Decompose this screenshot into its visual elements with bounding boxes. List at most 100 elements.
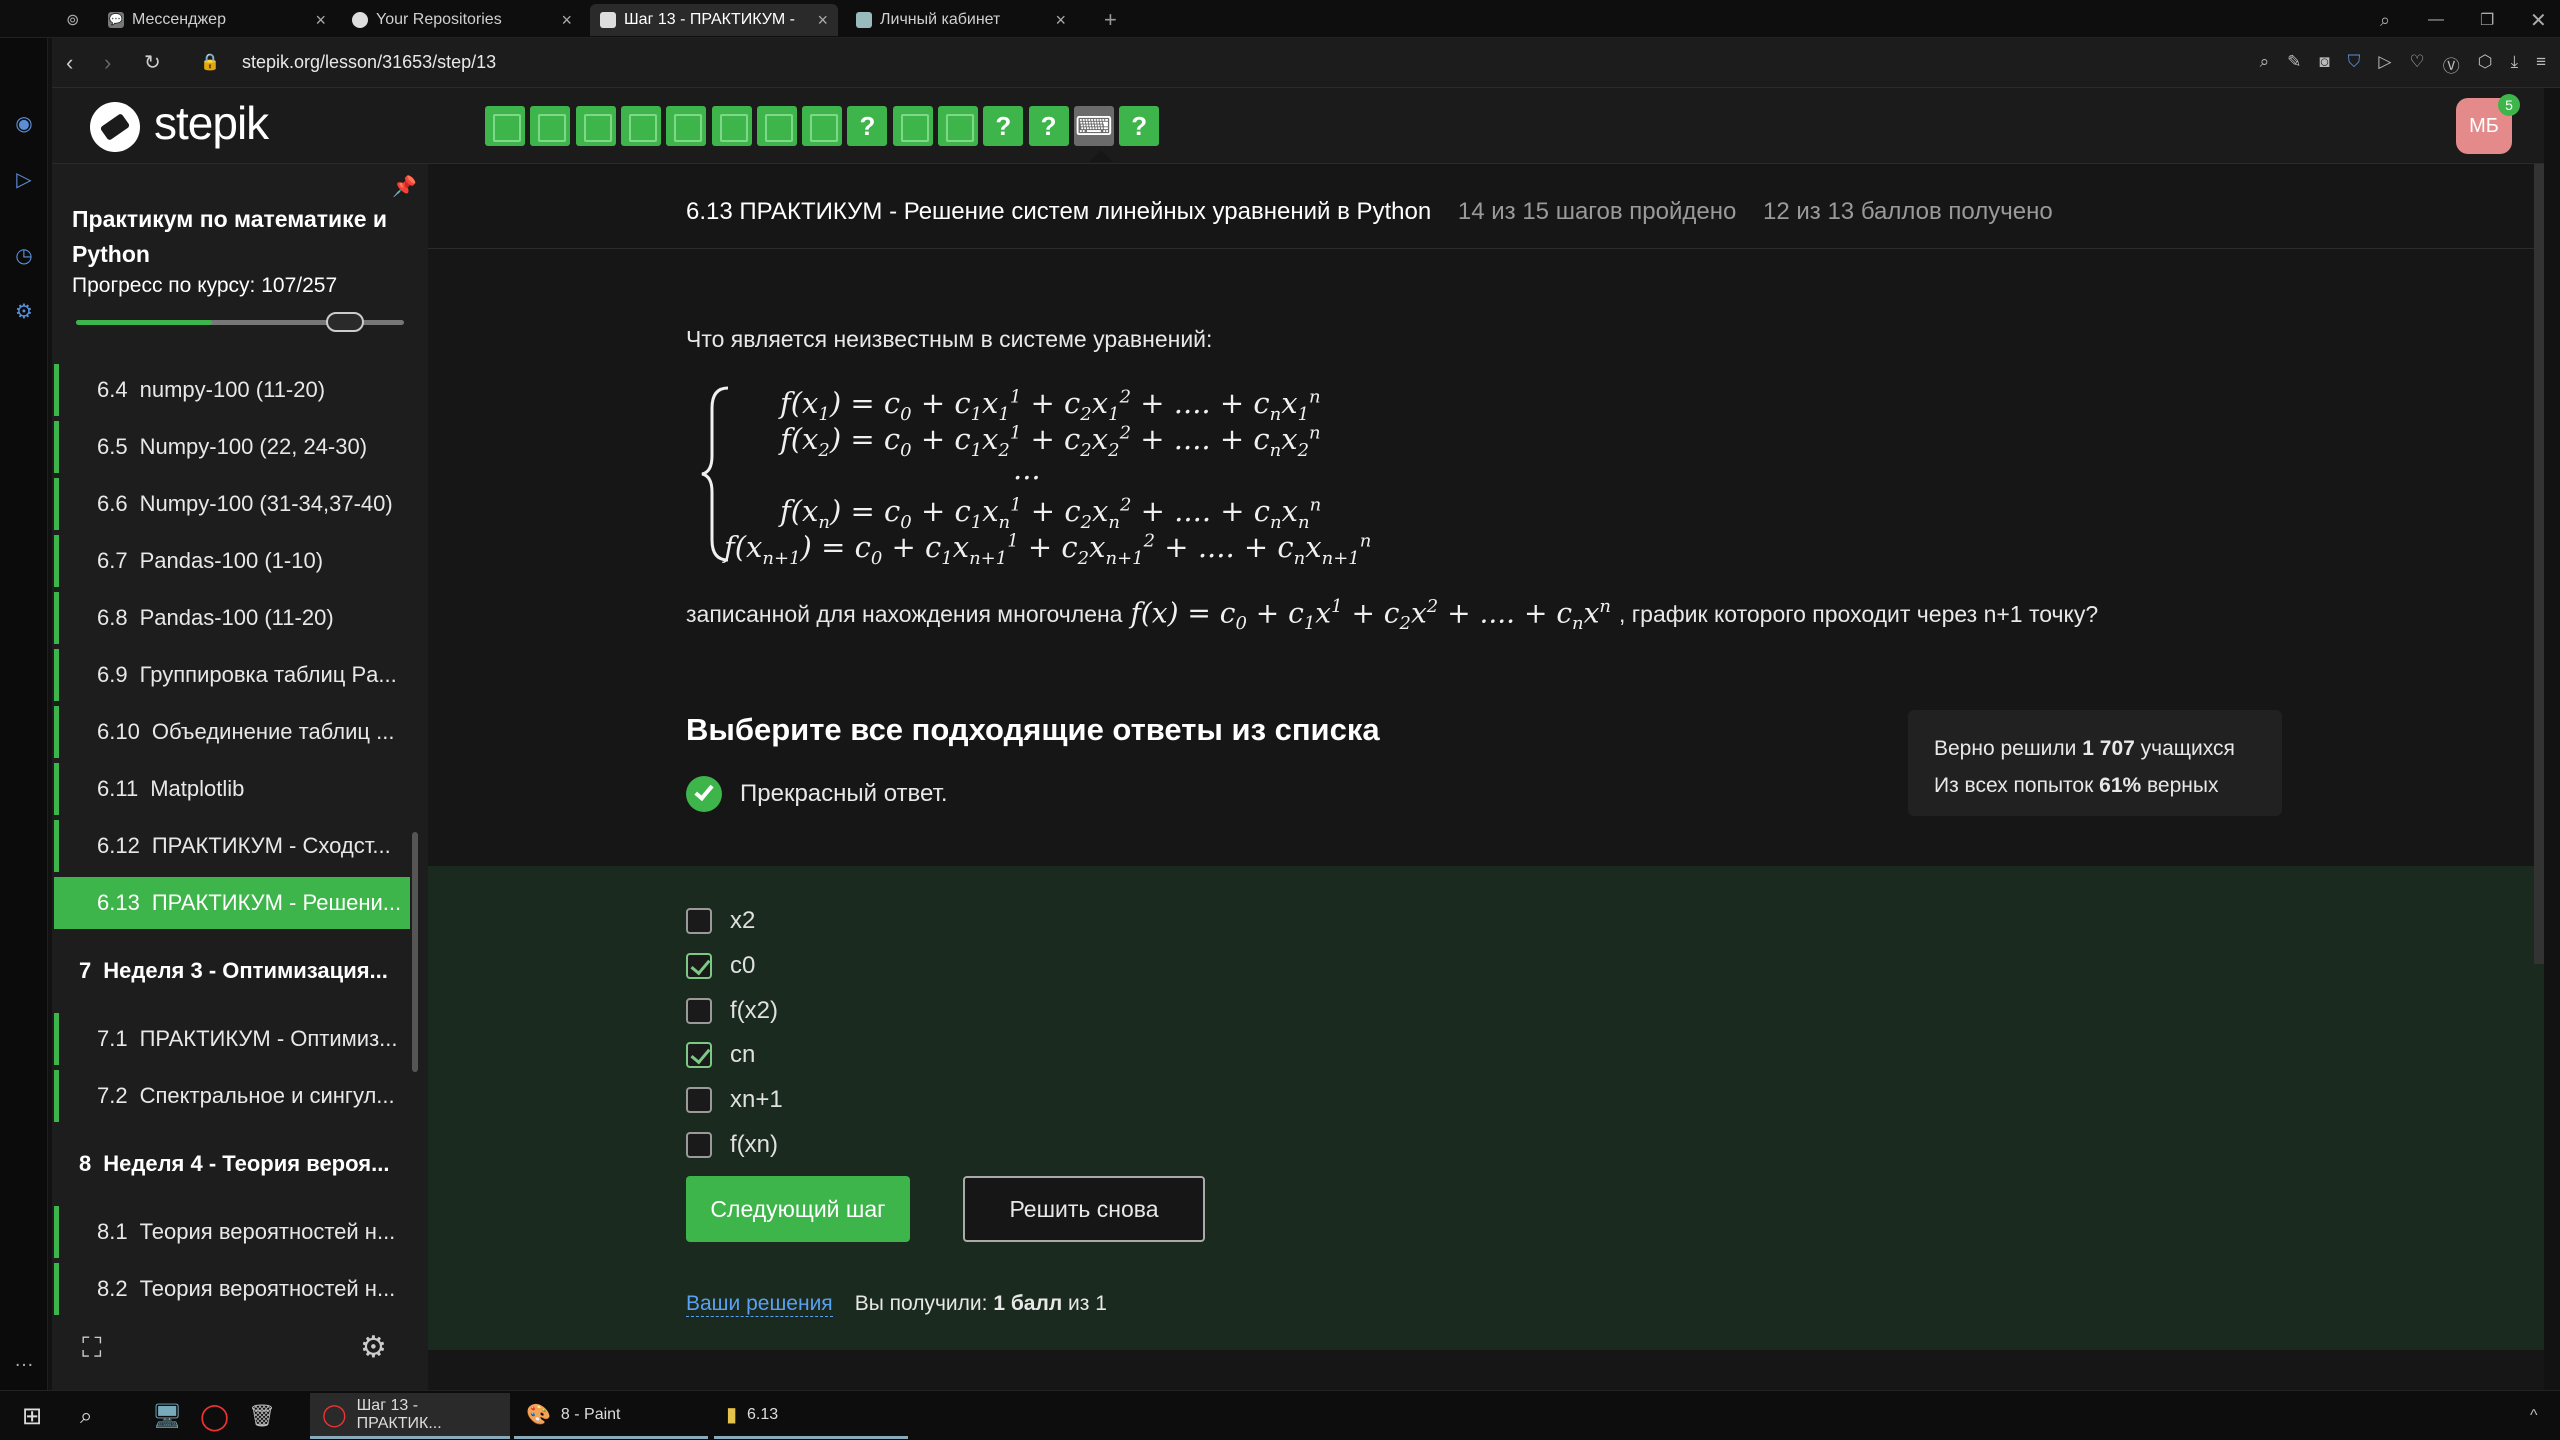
- close-window-icon[interactable]: ✕: [2520, 4, 2557, 36]
- download-icon[interactable]: ⤓: [2511, 52, 2519, 77]
- forward-icon[interactable]: ›: [104, 50, 111, 76]
- answer-option[interactable]: xn+1: [686, 1086, 783, 1114]
- step-10-done[interactable]: [892, 106, 933, 146]
- step-14-code[interactable]: ⌨: [1073, 106, 1114, 146]
- sidebar-lesson-item[interactable]: 7.1 ПРАКТИКУМ - Оптимиз...: [54, 1013, 410, 1065]
- recycle-bin-icon[interactable]: 🗑: [236, 1393, 288, 1439]
- answer-option[interactable]: f(xn): [686, 1131, 778, 1159]
- explorer-icon[interactable]: 🖥: [140, 1393, 194, 1439]
- step-7-done[interactable]: [756, 106, 797, 146]
- sidebar-lesson-item[interactable]: 6.7 Pandas-100 (1-10): [54, 535, 410, 587]
- step-11-done[interactable]: [938, 106, 978, 146]
- step-8-done[interactable]: [802, 106, 843, 146]
- shield-icon[interactable]: ⛉: [2348, 52, 2361, 77]
- tab-repositories[interactable]: Your Repositories ×: [342, 4, 582, 36]
- taskbar-item-paint[interactable]: 🎨 8 - Paint: [514, 1393, 708, 1439]
- section-number: 7: [79, 958, 92, 983]
- zoom-icon[interactable]: ⌕: [2260, 52, 2270, 77]
- tab-stepik[interactable]: Шаг 13 - ПРАКТИКУМ - Ре ×: [590, 4, 838, 36]
- sidebar-lesson-item[interactable]: 8.2 Теория вероятностей н...: [54, 1263, 410, 1315]
- tray-chevron-icon[interactable]: ^: [2518, 1393, 2550, 1439]
- answer-option[interactable]: f(x2): [686, 997, 778, 1025]
- play-icon[interactable]: ▷: [2378, 52, 2391, 77]
- page-scrollbar[interactable]: [2534, 164, 2544, 964]
- fullscreen-icon[interactable]: ⛶: [82, 1332, 102, 1365]
- step-4-done[interactable]: [620, 106, 661, 146]
- tab-label: Личный кабинет: [880, 11, 1001, 28]
- close-icon[interactable]: ×: [561, 10, 572, 31]
- more-icon[interactable]: …: [12, 1348, 36, 1372]
- send-icon[interactable]: ▷: [12, 168, 36, 192]
- lesson-header: stepik ??? ⌨? МБ 5: [52, 88, 2544, 164]
- camera-icon[interactable]: ◙: [2319, 52, 2329, 77]
- sidebar-scrollbar[interactable]: [412, 832, 418, 1072]
- settings-icon[interactable]: ⚙: [12, 300, 36, 324]
- restore-icon[interactable]: ❐: [2470, 4, 2504, 36]
- close-icon[interactable]: ×: [315, 10, 326, 31]
- sidebar-lesson-item[interactable]: 6.5 Numpy-100 (22, 24-30): [54, 421, 410, 473]
- pin-icon[interactable]: 📌: [392, 174, 417, 199]
- answer-option[interactable]: cn: [686, 1041, 755, 1069]
- tab-cabinet[interactable]: Личный кабинет ×: [846, 4, 1076, 36]
- stepik-logo-icon[interactable]: [90, 102, 140, 152]
- checkbox-checked[interactable]: [686, 1042, 712, 1069]
- taskbar-item-folder[interactable]: ▮ 6.13: [714, 1393, 908, 1439]
- checkbox[interactable]: [686, 1132, 712, 1158]
- lesson-label: Pandas-100 (11-20): [139, 605, 334, 630]
- next-step-button[interactable]: Следующий шаг: [686, 1176, 910, 1242]
- history-icon[interactable]: ◷: [12, 244, 36, 268]
- edit-icon[interactable]: ✎: [2287, 52, 2301, 77]
- gear-icon[interactable]: ⚙: [360, 1330, 387, 1365]
- windows-start-icon[interactable]: ⊞: [10, 1393, 54, 1439]
- answer-option[interactable]: c0: [686, 952, 755, 980]
- tab-messenger[interactable]: 💬 Мессенджер ×: [98, 4, 336, 36]
- solutions-link[interactable]: Ваши решения: [686, 1292, 833, 1317]
- player-icon[interactable]: ◉: [12, 112, 36, 136]
- heart-icon[interactable]: ♡: [2409, 52, 2424, 77]
- retry-button[interactable]: Решить снова: [963, 1176, 1205, 1242]
- step-13-quiz[interactable]: ?: [1028, 106, 1069, 146]
- sidebar-section[interactable]: 7 Неделя 3 - Оптимизация...: [54, 945, 410, 997]
- step-1-done[interactable]: [485, 106, 525, 146]
- sidebar-lesson-item[interactable]: 6.10 Объединение таблиц ...: [54, 706, 410, 758]
- sidebar-lesson-item[interactable]: 6.9 Группировка таблиц Pa...: [54, 649, 410, 701]
- sidebar-lesson-item[interactable]: 6.13 ПРАКТИКУМ - Решени...: [54, 877, 410, 929]
- taskbar-item-browser[interactable]: ◯ Шаг 13 - ПРАКТИК...: [310, 1393, 510, 1439]
- url-field[interactable]: stepik.org/lesson/31653/step/13: [242, 52, 496, 73]
- sidebar-section[interactable]: 8 Неделя 4 - Теория вероя...: [54, 1138, 410, 1190]
- sidebar-lesson-item[interactable]: 8.1 Теория вероятностей н...: [54, 1206, 410, 1258]
- opera-icon[interactable]: ◯: [188, 1393, 241, 1439]
- step-12-quiz[interactable]: ?: [983, 106, 1024, 146]
- logo-text[interactable]: stepik: [154, 96, 269, 150]
- new-tab-button[interactable]: +: [1094, 4, 1127, 36]
- sidebar-lesson-item[interactable]: 6.11 Matplotlib: [54, 763, 410, 815]
- checkbox[interactable]: [686, 997, 712, 1024]
- step-3-done[interactable]: [575, 106, 616, 146]
- step-6-done[interactable]: [711, 106, 752, 146]
- step-15-quiz[interactable]: ?: [1119, 106, 1160, 146]
- sidebar-lesson-item[interactable]: 6.4 numpy-100 (11-20): [54, 364, 410, 416]
- checkbox[interactable]: [686, 1087, 712, 1114]
- sidebar-lesson-item[interactable]: 6.12 ПРАКТИКУМ - Сходст...: [54, 820, 410, 872]
- step-5-done[interactable]: [666, 106, 707, 146]
- close-icon[interactable]: ×: [817, 10, 828, 31]
- back-icon[interactable]: ‹: [66, 50, 73, 76]
- menu-icon[interactable]: ≡: [2536, 52, 2546, 77]
- checkbox-checked[interactable]: [686, 952, 712, 979]
- workspace-icon[interactable]: ⊚: [56, 4, 89, 36]
- checkbox[interactable]: [686, 908, 712, 934]
- answer-option[interactable]: x2: [686, 907, 755, 935]
- sidebar-lesson-item[interactable]: 6.8 Pandas-100 (11-20): [54, 592, 410, 644]
- search-tabs-icon[interactable]: ⌕: [2370, 4, 2400, 36]
- course-title[interactable]: Практикум по математике и Python: [72, 202, 402, 272]
- close-icon[interactable]: ×: [1055, 10, 1066, 31]
- box-icon[interactable]: ⬡: [2478, 52, 2493, 77]
- step-2-done[interactable]: [530, 106, 571, 146]
- sidebar-lesson-item[interactable]: 7.2 Спектральное и сингул...: [54, 1070, 410, 1122]
- search-icon[interactable]: ⌕: [68, 1393, 104, 1439]
- vk-icon[interactable]: Ⓥ: [2443, 52, 2460, 77]
- reload-icon[interactable]: ↻: [144, 50, 161, 75]
- minimize-icon[interactable]: —: [2418, 4, 2454, 36]
- step-9-quiz[interactable]: ?: [847, 106, 888, 146]
- sidebar-lesson-item[interactable]: 6.6 Numpy-100 (31-34,37-40): [54, 478, 410, 530]
